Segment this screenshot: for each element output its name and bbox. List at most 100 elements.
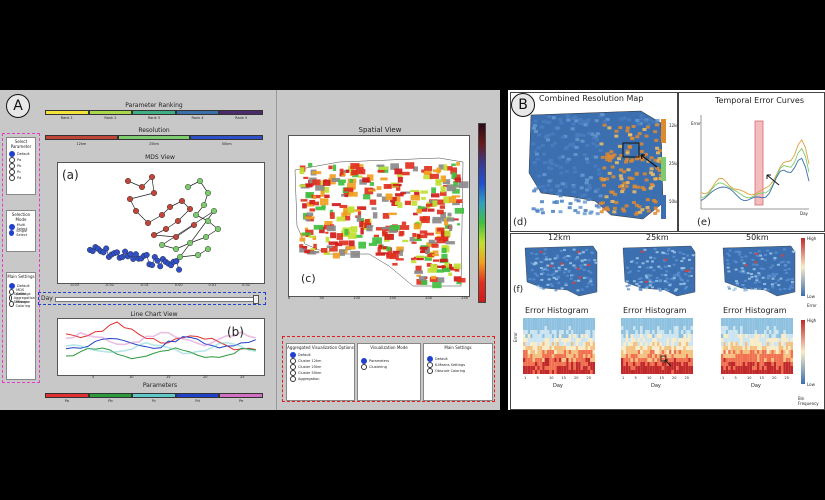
histogram-cell (754, 326, 757, 330)
resolution-map-cell (589, 280, 593, 283)
resolution-map-cell (585, 285, 589, 288)
histogram-cell (737, 318, 741, 322)
histogram-cell (783, 346, 786, 350)
resolution-map-cell (750, 273, 753, 275)
spatial-cell (360, 227, 364, 235)
histogram-cell (563, 326, 567, 330)
mds-point (126, 196, 133, 203)
main-right-option[interactable]: Obscure Coloring (427, 368, 492, 374)
param-segment[interactable] (219, 393, 263, 398)
histogram-cell (583, 342, 586, 346)
spatial-map[interactable] (289, 136, 469, 296)
resolution-segment[interactable] (190, 135, 264, 140)
histogram-cell (690, 338, 693, 342)
main-settings-radio[interactable] (9, 301, 14, 307)
rank-segment[interactable] (88, 110, 133, 115)
resolution-segment[interactable] (117, 135, 191, 140)
histogram-cell (723, 350, 726, 354)
select-parameter-radio[interactable] (9, 175, 15, 181)
temporal-frame: Temporal Error Curves (e) Day Error (678, 92, 825, 232)
histogram-cell (659, 366, 662, 370)
selection-mode-option-label: Single Select (16, 229, 28, 237)
histogram-cell (776, 346, 779, 350)
histogram-cell (778, 322, 781, 326)
histogram-cell (532, 318, 535, 322)
combined-cell (628, 133, 632, 137)
histogram-cell (551, 342, 555, 346)
combined-cell (624, 160, 628, 164)
line-chart-view[interactable]: (b) (57, 318, 265, 376)
aggregated-radio[interactable] (290, 376, 296, 382)
param-segment[interactable] (132, 393, 176, 398)
histogram-cell (785, 326, 789, 330)
histogram-cell (640, 362, 643, 366)
aggregated-option[interactable]: Aggregation (290, 376, 354, 382)
histogram-cell (630, 354, 633, 358)
spatial-cell (303, 176, 309, 179)
visual-mode-radio[interactable] (361, 364, 367, 370)
day-slider-handle[interactable] (253, 295, 259, 304)
control-column: Select Parameter Default Pa Pb Pc Pd Selecti… (2, 133, 40, 383)
main-right-radio[interactable] (427, 368, 433, 374)
resolution-map-cell (573, 266, 577, 269)
histogram-cell (752, 362, 755, 366)
parameter-color-bar[interactable] (45, 393, 263, 398)
histogram-cell (754, 330, 757, 334)
rank-segment[interactable] (175, 110, 220, 115)
rank-segment[interactable] (132, 110, 176, 115)
rank-segment[interactable] (219, 110, 263, 115)
histogram-cell (630, 330, 633, 334)
day-slider-track[interactable] (55, 297, 257, 302)
mds-plot[interactable] (58, 163, 264, 283)
resolution-bar[interactable] (45, 135, 264, 140)
combined-cell (560, 182, 565, 186)
histogram-cell (661, 334, 665, 338)
histogram-cell (542, 334, 545, 338)
param-segment[interactable] (175, 393, 220, 398)
resolution-comparison[interactable]: 1 5 10 15 20 25Day1 5 10 15 20 25Day1 5 10 15 20 25Day (511, 234, 824, 409)
mds-view[interactable]: (a) (57, 162, 265, 284)
histogram-cell (523, 322, 526, 326)
resolution-map-cell (791, 280, 794, 283)
histogram-cell (523, 366, 526, 370)
resolution-segment[interactable] (45, 135, 118, 140)
histogram-cell (587, 362, 591, 366)
histogram-cell (761, 346, 765, 350)
main-settings-option[interactable]: Obscure Coloring (9, 300, 35, 308)
histogram-cell (669, 350, 672, 354)
combined-map[interactable]: 12km25km50km (511, 93, 677, 231)
select-parameter-option[interactable]: Pd (9, 175, 35, 181)
resolution-map-cell (745, 289, 749, 291)
param-segment[interactable] (88, 393, 133, 398)
histogram-cell (747, 318, 750, 322)
line-x-tick: 20 (203, 375, 208, 379)
parameter-ranking-bar[interactable] (45, 110, 263, 115)
histogram-cell (783, 366, 786, 370)
spatial-cell (369, 199, 377, 205)
histogram-cell (630, 326, 633, 330)
combined-cell (552, 200, 557, 204)
selection-mode-radio[interactable] (9, 230, 15, 236)
combined-cell (617, 157, 621, 161)
histogram-cell (773, 334, 777, 338)
selection-mode-option[interactable]: Single Select (9, 229, 35, 237)
main-settings-right-title: Main Settings (444, 345, 472, 350)
spatial-view[interactable]: (c) (288, 135, 470, 297)
visual-mode-option[interactable]: Clustering (361, 364, 420, 370)
spatial-cell (388, 212, 397, 216)
combined-cell (575, 138, 580, 142)
histogram-cell (539, 370, 543, 374)
combined-cell (618, 144, 622, 148)
histogram-cell (681, 362, 684, 366)
histogram-cell (730, 350, 733, 354)
resolution-map-cell (637, 270, 641, 272)
histogram-cell (757, 366, 760, 370)
histogram-cell (637, 330, 641, 334)
rank-segment[interactable] (45, 110, 89, 115)
histogram-cell (559, 370, 562, 374)
param-segment[interactable] (45, 393, 89, 398)
combined-cell (601, 207, 606, 211)
histogram-cell (554, 346, 557, 350)
histogram-cell (761, 370, 765, 374)
histogram-cell (721, 346, 724, 350)
